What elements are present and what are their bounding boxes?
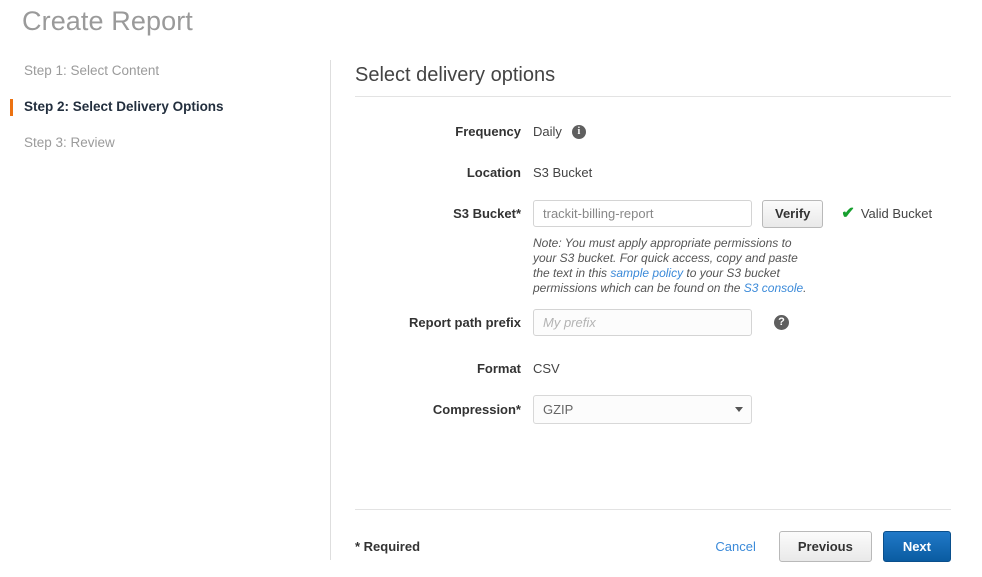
location-label: Location xyxy=(466,165,521,180)
bucket-validation-status: ✔ Valid Bucket xyxy=(841,204,933,222)
report-path-prefix-input[interactable] xyxy=(533,308,752,336)
sidebar-item-label: Step 2: Select Delivery Options xyxy=(24,99,224,114)
footer-actions: Cancel Previous Next xyxy=(715,530,951,562)
s3-bucket-label: S3 Bucket* xyxy=(453,206,521,221)
report-path-prefix-label: Report path prefix xyxy=(409,314,521,330)
form-row-frequency: Frequency Daily i xyxy=(355,111,951,152)
compression-label: Compression* xyxy=(432,401,521,417)
previous-button[interactable]: Previous xyxy=(778,530,872,562)
form-row-format: Format CSV xyxy=(355,348,951,389)
page-title: Create Report xyxy=(22,6,193,36)
sidebar-item-step-2[interactable]: Step 2: Select Delivery Options xyxy=(0,96,330,118)
info-icon[interactable]: i xyxy=(571,124,586,139)
sidebar-item-label: Step 3: Review xyxy=(24,135,115,150)
frequency-value: Daily xyxy=(533,124,562,139)
chevron-down-icon xyxy=(735,406,743,412)
sidebar-item-step-1[interactable]: Step 1: Select Content xyxy=(0,60,330,82)
form-row-s3-bucket: S3 Bucket* Verify ✔ Valid Bucket xyxy=(355,193,951,234)
help-icon[interactable]: ? xyxy=(774,314,789,330)
form-row-location: Location S3 Bucket xyxy=(355,152,951,193)
form-row-compression: Compression* GZIP xyxy=(355,389,951,429)
footer-divider xyxy=(355,509,951,510)
delivery-options-form: Frequency Daily i Location S3 Bucket S3 … xyxy=(355,97,951,429)
format-label: Format xyxy=(476,361,521,376)
note-text-3: . xyxy=(803,281,807,295)
delivery-options-panel: Select delivery options Frequency Daily … xyxy=(355,64,951,429)
s3-console-link[interactable]: S3 console xyxy=(744,281,803,295)
next-button[interactable]: Next xyxy=(882,530,951,562)
section-title: Select delivery options xyxy=(355,64,556,86)
sidebar-item-step-3[interactable]: Step 3: Review xyxy=(0,132,330,154)
sidebar-content-divider xyxy=(330,60,331,560)
format-value: CSV xyxy=(533,361,560,376)
frequency-label: Frequency xyxy=(455,124,521,139)
wizard-footer: * Required Cancel Previous Next xyxy=(355,530,951,562)
s3-permissions-note-row: Note: You must apply appropriate permiss… xyxy=(355,234,951,296)
sidebar-item-label: Step 1: Select Content xyxy=(24,63,160,78)
s3-bucket-input[interactable] xyxy=(533,200,752,227)
bucket-validation-text: Valid Bucket xyxy=(860,206,933,221)
required-note: * Required xyxy=(355,538,421,554)
form-row-report-path-prefix: Report path prefix ? xyxy=(355,296,951,348)
verify-button[interactable]: Verify xyxy=(762,199,824,228)
cancel-button[interactable]: Cancel xyxy=(715,539,755,554)
location-value: S3 Bucket xyxy=(533,165,593,180)
compression-select[interactable]: GZIP xyxy=(533,394,752,424)
active-step-marker xyxy=(10,99,13,116)
wizard-steps-sidebar: Step 1: Select Content Step 2: Select De… xyxy=(0,60,330,154)
check-icon: ✔ xyxy=(841,204,855,222)
compression-select-value: GZIP xyxy=(533,394,752,424)
s3-permissions-note: Note: You must apply appropriate permiss… xyxy=(533,234,808,296)
sample-policy-link[interactable]: sample policy xyxy=(610,266,683,280)
